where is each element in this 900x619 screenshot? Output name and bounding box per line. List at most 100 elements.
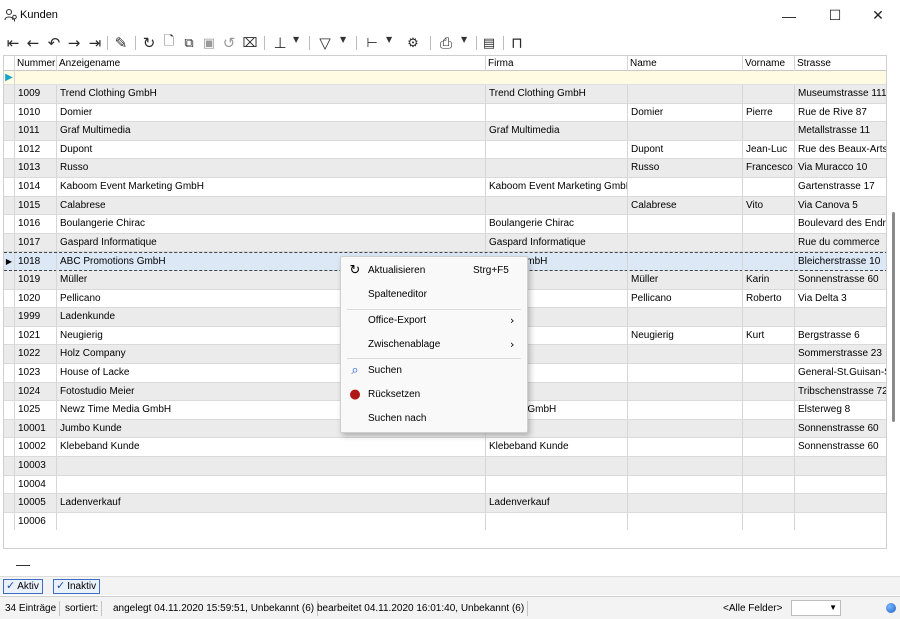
cell-vorname[interactable]: Roberto: [743, 289, 795, 308]
column-header-strasse[interactable]: Strasse: [795, 56, 886, 71]
cell-nummer[interactable]: 10003: [15, 457, 57, 475]
cell-name[interactable]: [628, 382, 743, 401]
previous-record-icon[interactable]: ←: [23, 33, 43, 53]
cell-strasse[interactable]: Sonnenstrasse 60: [795, 438, 886, 456]
cell-vorname[interactable]: [743, 233, 795, 252]
cell-nummer[interactable]: 1014: [15, 178, 57, 196]
cell-anzeigename[interactable]: [57, 512, 486, 531]
delete-record-icon[interactable]: ⌧: [240, 33, 260, 53]
cell-nummer[interactable]: 1009: [15, 85, 57, 103]
cell-nummer[interactable]: 1012: [15, 140, 57, 159]
cell-vorname[interactable]: [743, 85, 795, 103]
cell-firma[interactable]: [486, 196, 628, 215]
cell-name[interactable]: Dupont: [628, 140, 743, 159]
cell-vorname[interactable]: Francesco: [743, 159, 795, 178]
cell-strasse[interactable]: Bergstrasse 6: [795, 327, 886, 345]
cell-firma[interactable]: [486, 103, 628, 122]
cell-name[interactable]: [628, 494, 743, 513]
cell-name[interactable]: Neugierig: [628, 326, 743, 345]
row-pointer-icon[interactable]: ▶: [4, 253, 15, 270]
cell-vorname[interactable]: [743, 475, 795, 494]
cell-strasse[interactable]: Bleicherstrasse 10: [795, 253, 886, 271]
cell-vorname[interactable]: [743, 512, 795, 531]
cell-nummer[interactable]: 1022: [15, 345, 57, 364]
cell-name[interactable]: [628, 85, 743, 103]
cell-nummer[interactable]: 1013: [15, 159, 57, 178]
cell-name[interactable]: [628, 215, 743, 234]
cell-strasse[interactable]: [795, 494, 886, 512]
cell-name[interactable]: [628, 308, 743, 327]
cell-nummer[interactable]: 1024: [15, 382, 57, 401]
column-header-anzeigename[interactable]: Anzeigename: [57, 56, 486, 71]
column-header-name[interactable]: Name: [628, 56, 743, 71]
row-indicator[interactable]: [4, 140, 15, 159]
table-row[interactable]: 1010 Domier Domier Pierre Rue de Rive 87: [4, 103, 886, 123]
row-indicator[interactable]: [4, 289, 15, 308]
table-row[interactable]: 1015 Calabrese Calabrese Vito Via Canova 5: [4, 196, 886, 216]
chevron-down-icon[interactable]: ▼: [293, 35, 299, 44]
cell-firma[interactable]: Boulangerie Chirac: [486, 215, 628, 234]
row-indicator[interactable]: [4, 271, 15, 289]
cell-anzeigename[interactable]: Gaspard Informatique: [57, 233, 486, 252]
cell-name[interactable]: [628, 233, 743, 252]
cell-strasse[interactable]: Rue des Beaux-Arts: [795, 141, 886, 159]
field-select-dropdown[interactable]: ▼: [791, 600, 841, 616]
chevron-down-icon[interactable]: ▼: [386, 35, 392, 44]
cell-vorname[interactable]: [743, 253, 795, 272]
chevron-down-icon[interactable]: ▼: [461, 35, 467, 44]
exit-icon[interactable]: ⊓: [507, 33, 527, 53]
cell-firma[interactable]: [486, 475, 628, 494]
cell-nummer[interactable]: 10002: [15, 438, 57, 457]
cell-firma[interactable]: [486, 457, 628, 475]
filter-inaktiv-toggle[interactable]: ✓ Inaktiv: [53, 579, 101, 594]
cell-nummer[interactable]: 10006: [15, 512, 57, 531]
row-indicator[interactable]: [4, 308, 15, 326]
cell-vorname[interactable]: [743, 122, 795, 141]
table-row[interactable]: 1017 Gaspard Informatique Gaspard Informat…: [4, 233, 886, 253]
cell-firma[interactable]: [486, 512, 628, 531]
cell-vorname[interactable]: Kurt: [743, 326, 795, 345]
cell-name[interactable]: Russo: [628, 159, 743, 178]
cell-nummer[interactable]: 1016: [15, 215, 57, 234]
cell-nummer[interactable]: 10001: [15, 419, 57, 438]
cell-nummer[interactable]: 1018: [15, 253, 57, 272]
refresh-icon[interactable]: ↻: [139, 33, 159, 53]
field-select-label[interactable]: <Alle Felder>: [720, 601, 785, 616]
last-record-icon[interactable]: ⇥: [85, 33, 105, 53]
cell-vorname[interactable]: Jean-Luc: [743, 140, 795, 159]
cell-anzeigename[interactable]: Kaboom Event Marketing GmbH: [57, 178, 486, 196]
table-row[interactable]: 1012 Dupont Dupont Jean-Luc Rue des Beaux-Ar…: [4, 140, 886, 160]
column-header-firma[interactable]: Firma: [486, 56, 628, 71]
cell-nummer[interactable]: 10004: [15, 475, 57, 494]
cell-name[interactable]: [628, 419, 743, 438]
cell-strasse[interactable]: Via Muracco 10: [795, 159, 886, 177]
cell-strasse[interactable]: Sonnenstrasse 60: [795, 271, 886, 289]
cell-vorname[interactable]: [743, 215, 795, 234]
cell-firma[interactable]: [486, 140, 628, 159]
cell-anzeigename[interactable]: Russo: [57, 159, 486, 178]
cell-nummer[interactable]: 1019: [15, 271, 57, 289]
first-record-icon[interactable]: ⇤: [3, 33, 23, 53]
cell-firma[interactable]: Graf Multimedia: [486, 122, 628, 141]
cell-strasse[interactable]: Tribschenstrasse 72: [795, 383, 886, 401]
cell-strasse[interactable]: [795, 308, 886, 326]
cell-strasse[interactable]: [795, 476, 886, 494]
chevron-down-icon[interactable]: ▼: [340, 35, 346, 44]
cell-strasse[interactable]: Metallstrasse 11: [795, 122, 886, 140]
cell-firma[interactable]: Ladenverkauf: [486, 494, 628, 513]
cell-name[interactable]: [628, 438, 743, 457]
row-indicator[interactable]: [4, 345, 15, 363]
cell-anzeigename[interactable]: Boulangerie Chirac: [57, 215, 486, 234]
cell-firma[interactable]: Gaspard Informatique: [486, 233, 628, 252]
cell-name[interactable]: [628, 475, 743, 494]
cell-strasse[interactable]: Boulevard des Endro: [795, 215, 886, 233]
undo-icon[interactable]: ↺: [219, 33, 239, 53]
cell-name[interactable]: Domier: [628, 103, 743, 122]
cell-strasse[interactable]: Via Delta 3: [795, 290, 886, 308]
cell-anzeigename[interactable]: Calabrese: [57, 196, 486, 215]
row-indicator[interactable]: [4, 475, 15, 494]
row-indicator[interactable]: [4, 364, 15, 382]
minimize-button[interactable]: —: [766, 0, 812, 31]
cell-vorname[interactable]: [743, 178, 795, 196]
new-record-icon[interactable]: 🗋: [159, 33, 179, 53]
